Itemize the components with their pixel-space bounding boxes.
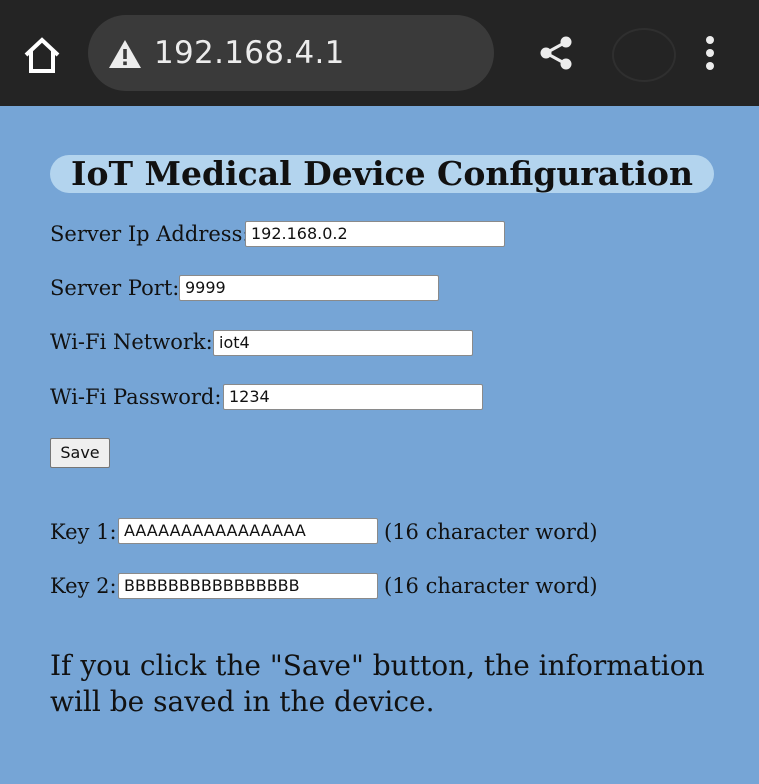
address-bar[interactable]: 192.168.4.1 [88, 15, 494, 91]
page-title-bar: IoT Medical Device Configuration [50, 155, 714, 193]
key1-hint: (16 character word) [384, 520, 598, 544]
save-info-note: If you click the "Save" button, the info… [50, 649, 705, 718]
save-button[interactable]: Save [50, 438, 110, 468]
share-button[interactable] [538, 35, 574, 71]
wifi-password-input[interactable]: 1234 [223, 384, 483, 410]
more-vert-icon [706, 36, 714, 70]
server-ip-label: Server Ip Address: [50, 222, 250, 246]
wifi-password-label: Wi-Fi Password: [50, 385, 222, 409]
key2-input[interactable]: BBBBBBBBBBBBBBBB [118, 573, 378, 599]
server-ip-input[interactable]: 192.168.0.2 [245, 221, 505, 247]
server-port-input[interactable]: 9999 [179, 275, 439, 301]
url-text[interactable]: 192.168.4.1 [154, 31, 345, 75]
page-title: IoT Medical Device Configuration [71, 154, 693, 193]
home-icon [24, 37, 60, 73]
wifi-network-label: Wi-Fi Network: [50, 330, 213, 354]
key2-label: Key 2: [50, 574, 117, 598]
share-icon [540, 36, 572, 70]
menu-button[interactable] [700, 35, 720, 73]
key1-input[interactable]: AAAAAAAAAAAAAAAA [118, 518, 378, 544]
account-button[interactable] [612, 28, 676, 82]
server-port-label: Server Port: [50, 276, 180, 300]
home-button[interactable] [20, 33, 64, 77]
key1-label: Key 1: [50, 520, 117, 544]
warning-icon[interactable] [108, 39, 142, 69]
key2-hint: (16 character word) [384, 574, 598, 598]
wifi-network-input[interactable]: iot4 [213, 330, 473, 356]
browser-toolbar: 192.168.4.1 [0, 0, 759, 106]
